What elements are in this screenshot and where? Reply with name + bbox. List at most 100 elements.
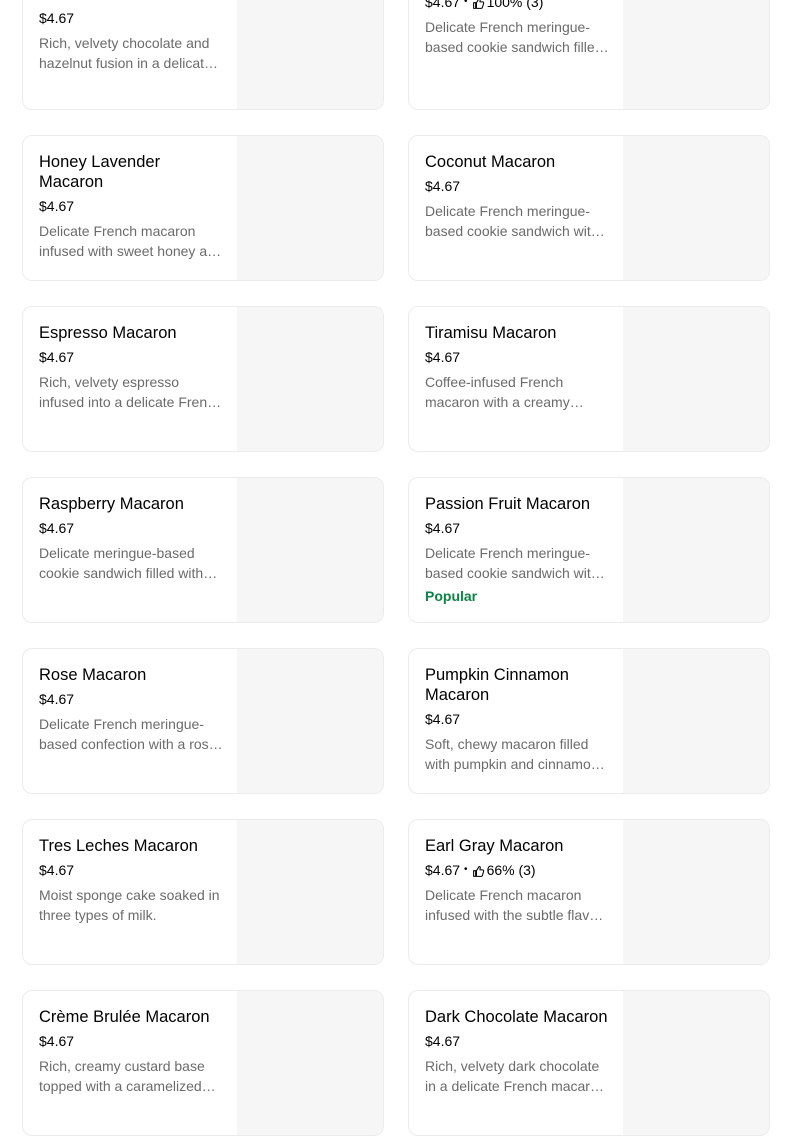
menu-item-price: $4.67: [39, 349, 75, 365]
menu-item-price: $4.67: [425, 711, 461, 727]
menu-item-name: Coconut Macaron: [425, 153, 556, 171]
thumbs-up-icon: [472, 0, 485, 9]
menu-item-name: Espresso Macaron: [39, 324, 177, 342]
menu-item-name: Earl Gray Macaron: [425, 837, 564, 855]
menu-item-card[interactable]: Passion Fruit Macaron $4.67 Delicate Frenc…: [408, 477, 770, 623]
menu-item-meta: $4.67: [39, 519, 223, 537]
menu-item-description: Moist sponge cake soaked in three types …: [39, 887, 220, 923]
menu-item-price: $4.67: [39, 520, 75, 536]
menu-item-info: Honey Lavender Macaron $4.67 Delicate Fren…: [39, 152, 223, 261]
menu-item-info: Dark Chocolate Macaron $4.67 Rich, velvety…: [425, 1007, 609, 1096]
menu-item-rating: 66% (3): [486, 862, 536, 878]
menu-item-name: Tres Leches Macaron: [39, 837, 198, 855]
menu-item-info: Rose Macaron $4.67 Delicate French meringu…: [39, 665, 223, 754]
menu-item-price: $4.67: [425, 349, 461, 365]
menu-item-info: Macaron $4.67 Rich, velvety chocolate and …: [39, 0, 223, 73]
menu-item-description: Rich, creamy custard base topped with a …: [39, 1058, 205, 1094]
menu-item-name: Pumpkin Cinnamon Macaron: [425, 666, 569, 704]
menu-item-info: Earl Gray Macaron $4.67 • 66% (3) Delicate F…: [425, 836, 609, 925]
menu-item-card[interactable]: Honey Lavender Macaron $4.67 Delicate Fren…: [22, 135, 384, 281]
menu-item-name: Raspberry Macaron: [39, 495, 184, 513]
menu-item-price: $4.67: [425, 862, 461, 878]
menu-item-name: Honey Lavender Macaron: [39, 153, 161, 191]
menu-item-meta: $4.67 • 100% (3): [425, 0, 609, 11]
menu-item-card[interactable]: Tres Leches Macaron $4.67 Moist sponge cak…: [22, 819, 384, 965]
menu-item-card[interactable]: Rose Macaron $4.67 Delicate French meringu…: [22, 648, 384, 794]
menu-item-name: Dark Chocolate Macaron: [425, 1008, 608, 1026]
menu-item-description: Delicate French meringue-based cookie sa…: [425, 19, 603, 55]
menu-item-meta: $4.67: [425, 177, 609, 195]
menu-item-info: Coconut Macaron $4.67 Delicate French meri…: [425, 152, 609, 241]
menu-item-description: Coffee-infused French macaron with a cre…: [425, 374, 570, 410]
menu-item-meta: $4.67: [39, 690, 223, 708]
menu-item-description: Delicate French macaron infused with swe…: [39, 223, 223, 259]
menu-item-card[interactable]: Crème Brulée Macaron $4.67 Rich, creamy cu…: [22, 990, 384, 1136]
popular-badge: Popular: [425, 588, 478, 604]
menu-item-image: [623, 307, 769, 451]
menu-item-price: $4.67: [39, 198, 75, 214]
menu-item-info: $4.67 • 100% (3) Delicate French meringue-b…: [425, 0, 609, 57]
menu-item-description: Rich, velvety espresso infused into a de…: [39, 374, 222, 410]
menu-item-image: [237, 649, 383, 793]
menu-item-price: $4.67: [425, 1033, 461, 1049]
menu-item-info: Pumpkin Cinnamon Macaron $4.67 Soft, chewy…: [425, 665, 609, 774]
menu-item-meta: $4.67: [425, 1032, 609, 1050]
menu-item-info: Crème Brulée Macaron $4.67 Rich, creamy cu…: [39, 1007, 223, 1096]
menu-item-meta: $4.67: [39, 9, 223, 27]
menu-item-image: [623, 0, 769, 109]
menu-item-info: Tiramisu Macaron $4.67 Coffee-infused Fren…: [425, 323, 609, 412]
menu-item-name: Macaron: [39, 0, 223, 4]
menu-item-description: Delicate French macaron infused with the…: [425, 887, 602, 923]
thumbs-up-icon: [472, 864, 485, 877]
menu-item-meta: $4.67: [425, 710, 609, 728]
menu-item-name: Crème Brulée Macaron: [39, 1008, 210, 1026]
menu-item-card[interactable]: Macaron $4.67 Rich, velvety chocolate and …: [22, 0, 384, 110]
menu-item-info: Raspberry Macaron $4.67 Delicate meringue-…: [39, 494, 223, 583]
menu-item-image: [237, 307, 383, 451]
menu-item-image: [237, 478, 383, 622]
menu-item-card[interactable]: Tiramisu Macaron $4.67 Coffee-infused Fren…: [408, 306, 770, 452]
menu-item-meta: $4.67: [425, 519, 609, 537]
menu-item-card[interactable]: Pumpkin Cinnamon Macaron $4.67 Soft, chewy…: [408, 648, 770, 794]
menu-item-card[interactable]: Earl Gray Macaron $4.67 • 66% (3) Delicate F…: [408, 819, 770, 965]
menu-item-card[interactable]: Espresso Macaron $4.67 Rich, velvety espre…: [22, 306, 384, 452]
menu-item-card[interactable]: Dark Chocolate Macaron $4.67 Rich, velvety…: [408, 990, 770, 1136]
menu-item-image: [237, 136, 383, 280]
menu-item-price: $4.67: [425, 178, 461, 194]
menu-item-description: Delicate French meringue-based confectio…: [39, 716, 217, 752]
menu-item-name: Passion Fruit Macaron: [425, 495, 591, 513]
menu-item-card[interactable]: $4.67 • 100% (3) Delicate French meringue-b…: [408, 0, 770, 110]
menu-item-image: [623, 649, 769, 793]
menu-item-image: [623, 136, 769, 280]
menu-item-name: Tiramisu Macaron: [425, 324, 557, 342]
menu-item-info: Espresso Macaron $4.67 Rich, velvety espre…: [39, 323, 223, 412]
menu-item-name: Rose Macaron: [39, 666, 147, 684]
menu-item-info: Passion Fruit Macaron $4.67 Delicate Frenc…: [425, 494, 609, 605]
menu-item-image: [237, 991, 383, 1135]
meta-separator: •: [464, 864, 468, 875]
menu-item-image: [623, 991, 769, 1135]
menu-item-description: Soft, chewy macaron filled with pumpkin …: [425, 736, 599, 772]
menu-item-rating: 100% (3): [486, 0, 544, 10]
menu-item-price: $4.67: [39, 10, 75, 26]
menu-item-description: Delicate French meringue-based cookie sa…: [425, 545, 599, 581]
menu-item-price: $4.67: [39, 1033, 75, 1049]
menu-item-price: $4.67: [425, 520, 461, 536]
menu-item-meta: $4.67: [39, 197, 223, 215]
menu-item-description: Rich, velvety chocolate and hazelnut fus…: [39, 35, 212, 71]
menu-item-meta: $4.67: [39, 861, 223, 879]
menu-item-image: [237, 0, 383, 109]
menu-item-description: Delicate French meringue-based cookie sa…: [425, 203, 599, 239]
menu-item-meta: $4.67: [425, 348, 609, 366]
menu-item-description: Rich, velvety dark chocolate in a delica…: [425, 1058, 606, 1094]
menu-item-image: [237, 820, 383, 964]
meta-separator: •: [464, 0, 468, 7]
menu-item-image: [623, 478, 769, 622]
menu-item-meta: $4.67 • 66% (3): [425, 861, 609, 879]
menu-item-price: $4.67: [39, 691, 75, 707]
menu-item-price: $4.67: [425, 0, 461, 10]
menu-item-description: Delicate meringue-based cookie sandwich …: [39, 545, 204, 581]
menu-item-meta: $4.67: [39, 348, 223, 366]
menu-item-card[interactable]: Raspberry Macaron $4.67 Delicate meringue-…: [22, 477, 384, 623]
menu-item-card[interactable]: Coconut Macaron $4.67 Delicate French meri…: [408, 135, 770, 281]
